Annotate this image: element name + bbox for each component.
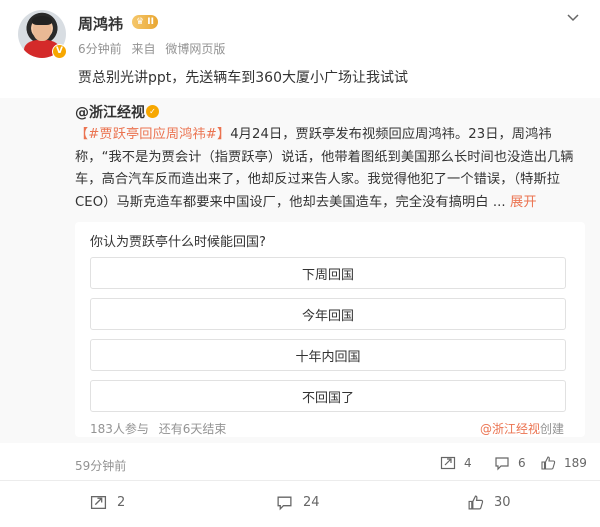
repost-repost-button[interactable]: 4 (440, 455, 472, 471)
member-level-badge[interactable]: ♛ II (132, 15, 158, 29)
poll-remaining: 还有6天结束 (158, 422, 227, 436)
repost-text: 【#贾跃亭回应周鸿祎#】4月24日，贾跃亭发布视频回应周鸿祎。23日，周鸿祎称，… (75, 124, 585, 214)
repost-button[interactable]: 2 (90, 494, 125, 511)
expand-link[interactable]: 展开 (510, 195, 537, 210)
poll-footer: 183人参与 还有6天结束 (90, 420, 232, 437)
chevron-down-icon[interactable] (565, 9, 581, 25)
thumbs-up-icon (468, 495, 484, 510)
repost-time[interactable]: 59分钟前 (75, 457, 126, 474)
poll-participants: 183人参与 (90, 422, 149, 436)
thumbs-up-icon (541, 456, 556, 470)
comment-button[interactable]: 24 (276, 494, 320, 511)
post-meta: 6分钟前 来自 微博网页版 (78, 40, 231, 57)
repost-author[interactable]: @浙江经视 (75, 102, 145, 122)
weibo-post-card: V 周鸿祎 ♛ II 6分钟前 来自 微博网页版 贾总别光讲ppt，先送辆车到3… (0, 0, 600, 527)
poll-option[interactable]: 今年回国 (90, 298, 566, 330)
verified-icon: ✓ (146, 105, 159, 118)
repost-comment-button[interactable]: 6 (494, 455, 526, 471)
repost-icon (90, 496, 107, 509)
post-source: 微博网页版 (165, 42, 226, 56)
verified-v-icon: V (52, 44, 67, 59)
comment-icon (277, 496, 292, 511)
poll-option[interactable]: 不回国了 (90, 380, 566, 412)
poll-creator-link[interactable]: @浙江经视 (480, 422, 540, 436)
source-prefix: 来自 (131, 42, 156, 56)
topic-link[interactable]: 【#贾跃亭回应周鸿祎#】 (75, 127, 230, 142)
repost-icon (440, 456, 456, 470)
like-button[interactable]: 30 (467, 494, 511, 511)
comment-icon (495, 457, 509, 471)
poll-creator: @浙江经视创建 (480, 422, 565, 436)
poll-question: 你认为贾跃亭什么时候能回国? (90, 235, 266, 250)
poll-option[interactable]: 十年内回国 (90, 339, 566, 371)
post-text: 贾总别光讲ppt，先送辆车到360大厦小广场让我试试 (78, 70, 408, 86)
author-name[interactable]: 周鸿祎 (78, 13, 123, 34)
repost-like-button[interactable]: 189 (540, 455, 587, 471)
poll-option[interactable]: 下周回国 (90, 257, 566, 289)
crown-icon: ♛ (136, 17, 145, 27)
toolbar-divider (0, 480, 600, 481)
post-time[interactable]: 6分钟前 (78, 42, 122, 56)
